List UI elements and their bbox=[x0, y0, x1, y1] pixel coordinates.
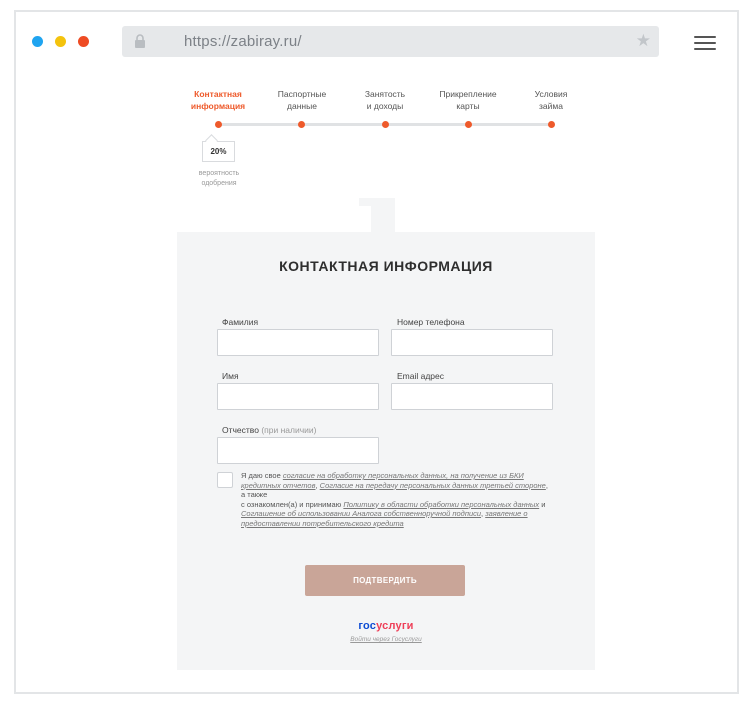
contact-form-card: КОНТАКТНАЯ ИНФОРМАЦИЯ Фамилия Номер теле… bbox=[177, 232, 595, 670]
url-text[interactable]: https://zabiray.ru/ bbox=[184, 33, 302, 50]
window-dot-yellow[interactable] bbox=[55, 36, 66, 47]
step-label-line2: карты bbox=[456, 101, 480, 111]
gosuslugi-logo-part1: гос bbox=[358, 620, 377, 632]
phone-input[interactable] bbox=[391, 329, 553, 356]
step-label-line2: данные bbox=[287, 101, 317, 111]
form-title: КОНТАКТНАЯ ИНФОРМАЦИЯ bbox=[279, 258, 493, 274]
step-dot bbox=[215, 121, 222, 128]
step-dot bbox=[382, 121, 389, 128]
step-contact[interactable]: Контактная информация bbox=[173, 88, 263, 112]
lock-icon bbox=[135, 34, 145, 48]
step-label-line2: и доходы bbox=[366, 101, 404, 111]
patronymic-hint: (при наличии) bbox=[261, 425, 317, 435]
patronymic-label-text: Отчество bbox=[222, 425, 259, 435]
step-card[interactable]: Прикрепление карты bbox=[423, 88, 513, 112]
step-label-line1: Занятость bbox=[364, 89, 406, 99]
approval-caption: вероятность одобрения bbox=[186, 169, 252, 189]
consent-link-policy[interactable]: Политику в области обработки персональны… bbox=[343, 500, 539, 509]
step-label-line2: займа bbox=[539, 101, 563, 111]
step-label-line1: Паспортные bbox=[277, 89, 327, 99]
star-icon[interactable]: ★ bbox=[636, 31, 651, 51]
window-dot-blue[interactable] bbox=[32, 36, 43, 47]
step-dot bbox=[548, 121, 555, 128]
email-input[interactable] bbox=[391, 383, 553, 410]
consent-link-signature-agreement[interactable]: Соглашение об использовании Аналога собс… bbox=[241, 509, 481, 518]
consent-text-part: с ознакомлен(а) и принимаю bbox=[241, 499, 344, 509]
browser-window: https://zabiray.ru/ ★ Контактная информа… bbox=[14, 10, 739, 694]
approval-percent-badge: 20% bbox=[202, 141, 235, 162]
consent-text-part: Я даю свое bbox=[241, 471, 283, 480]
confirm-button[interactable]: ПОДТВЕРДИТЬ bbox=[305, 565, 465, 596]
step-dot bbox=[298, 121, 305, 128]
consent-text-part: и bbox=[539, 499, 546, 509]
progress-steps: Контактная информация Паспортные данные … bbox=[186, 88, 606, 198]
step-label-line1: Прикрепление bbox=[439, 89, 497, 99]
last-name-label: Фамилия bbox=[222, 317, 259, 327]
gosuslugi-login-link[interactable]: Войти через Госуслуги bbox=[177, 636, 595, 643]
patronymic-label: Отчество (при наличии) bbox=[222, 425, 316, 435]
hamburger-menu-icon[interactable] bbox=[694, 36, 716, 50]
consent-checkbox[interactable] bbox=[217, 472, 233, 488]
step-passport[interactable]: Паспортные данные bbox=[257, 88, 347, 112]
last-name-input[interactable] bbox=[217, 329, 379, 356]
step-label-line1: Контактная bbox=[194, 89, 242, 99]
patronymic-input[interactable] bbox=[217, 437, 379, 464]
step-label-line1: Условия bbox=[534, 89, 568, 99]
browser-toolbar: https://zabiray.ru/ ★ bbox=[16, 12, 737, 72]
first-name-label: Имя bbox=[222, 371, 239, 381]
step-employment[interactable]: Занятость и доходы bbox=[340, 88, 430, 112]
phone-label: Номер телефона bbox=[397, 317, 465, 327]
gosuslugi-logo[interactable]: госуслуги bbox=[177, 620, 595, 632]
consent-link-third-party[interactable]: Согласие на передачу персональных данных… bbox=[320, 481, 546, 490]
step-loan-terms[interactable]: Условия займа bbox=[506, 88, 596, 112]
step-dot bbox=[465, 121, 472, 128]
address-bar[interactable]: https://zabiray.ru/ ★ bbox=[122, 26, 659, 57]
approval-caption-line2: одобрения bbox=[201, 180, 237, 187]
email-label: Email адрес bbox=[397, 371, 445, 381]
consent-text: Я даю свое согласие на обработку персона… bbox=[241, 471, 551, 528]
first-name-input[interactable] bbox=[217, 383, 379, 410]
gosuslugi-logo-part2: услуги bbox=[376, 620, 414, 632]
step-label-line2: информация bbox=[190, 101, 246, 111]
approval-caption-line1: вероятность bbox=[198, 170, 240, 177]
window-dot-red[interactable] bbox=[78, 36, 89, 47]
